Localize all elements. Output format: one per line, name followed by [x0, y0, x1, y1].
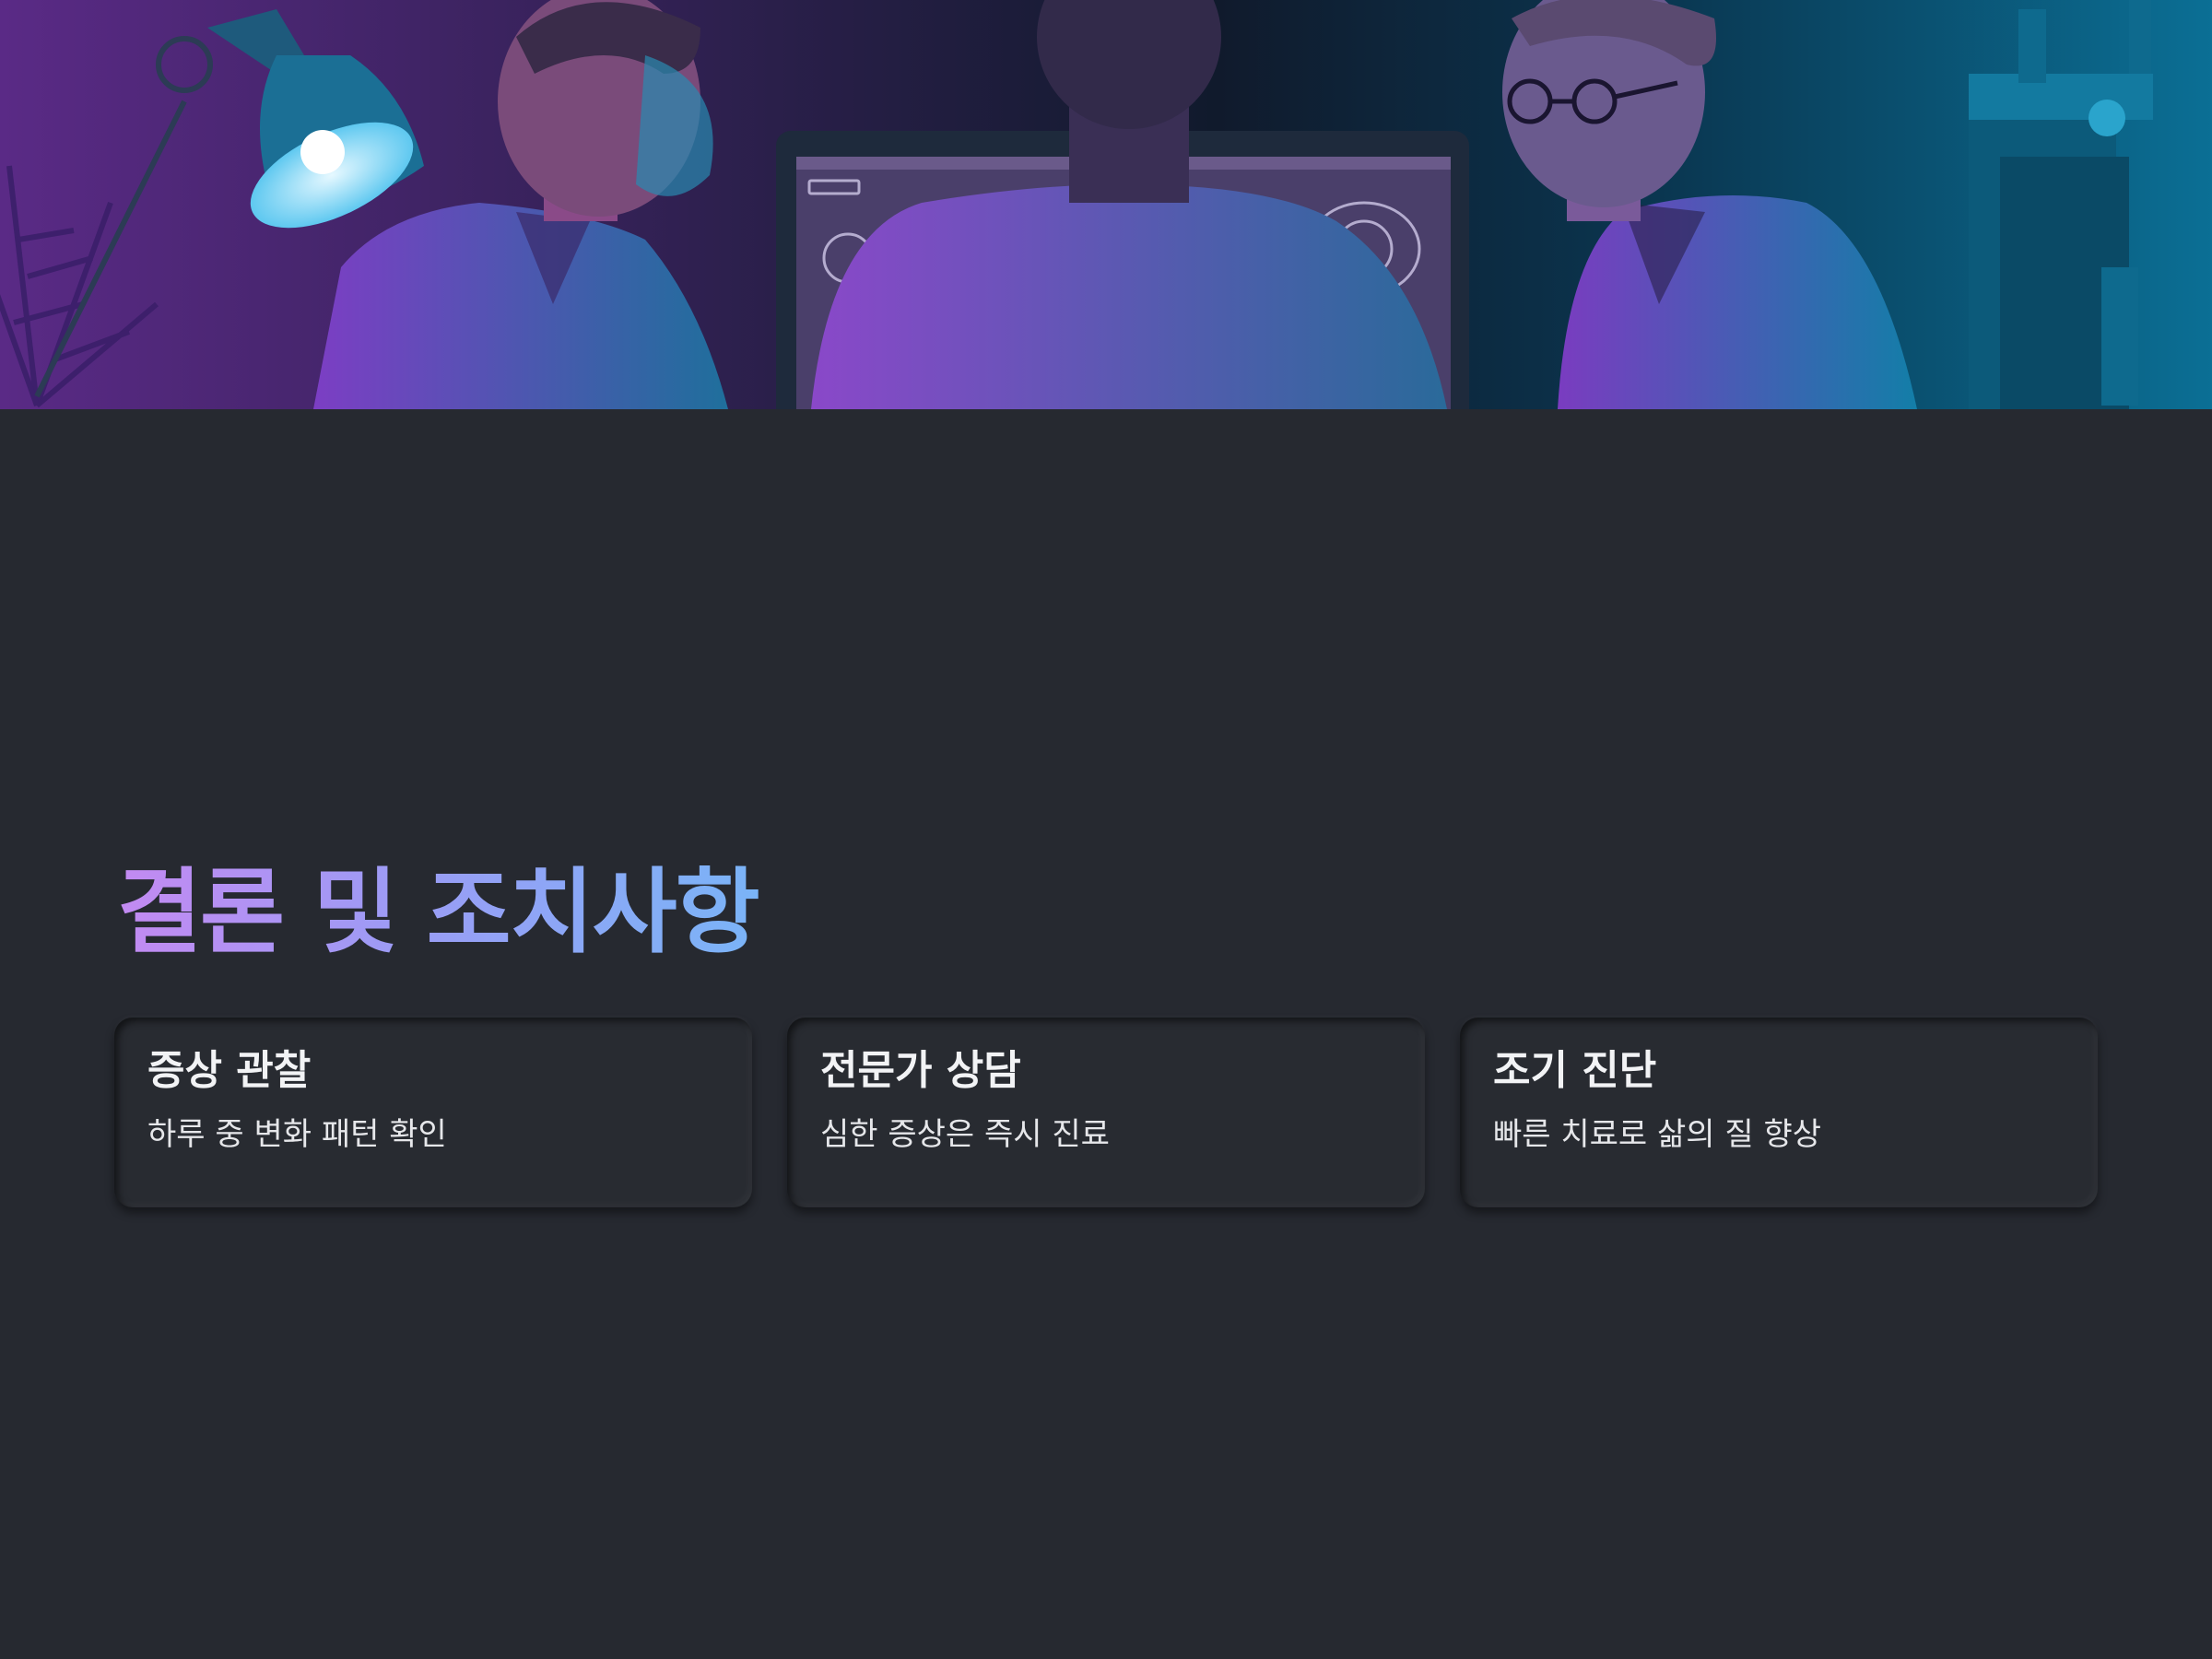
slide: 결론 및 조치사항 증상 관찰 하루 중 변화 패턴 확인 전문가 상담 심한 …	[0, 0, 2212, 1659]
action-cards: 증상 관찰 하루 중 변화 패턴 확인 전문가 상담 심한 증상은 즉시 진료 …	[114, 1018, 2098, 1207]
card-text: 빠른 치료로 삶의 질 향상	[1493, 1115, 1822, 1153]
page-title: 결론 및 조치사항	[117, 858, 760, 966]
card-title: 조기 진단	[1493, 1047, 1657, 1094]
card-symptom-observation: 증상 관찰 하루 중 변화 패턴 확인	[114, 1018, 752, 1207]
card-title: 전문가 상담	[820, 1047, 1021, 1094]
card-expert-consultation: 전문가 상담 심한 증상은 즉시 진료	[787, 1018, 1425, 1207]
card-early-diagnosis: 조기 진단 빠른 치료로 삶의 질 향상	[1460, 1018, 2098, 1207]
hero-image	[0, 0, 2212, 409]
card-title: 증상 관찰	[147, 1047, 312, 1094]
card-text: 심한 증상은 즉시 진료	[820, 1115, 1110, 1153]
card-text: 하루 중 변화 패턴 확인	[147, 1115, 447, 1153]
